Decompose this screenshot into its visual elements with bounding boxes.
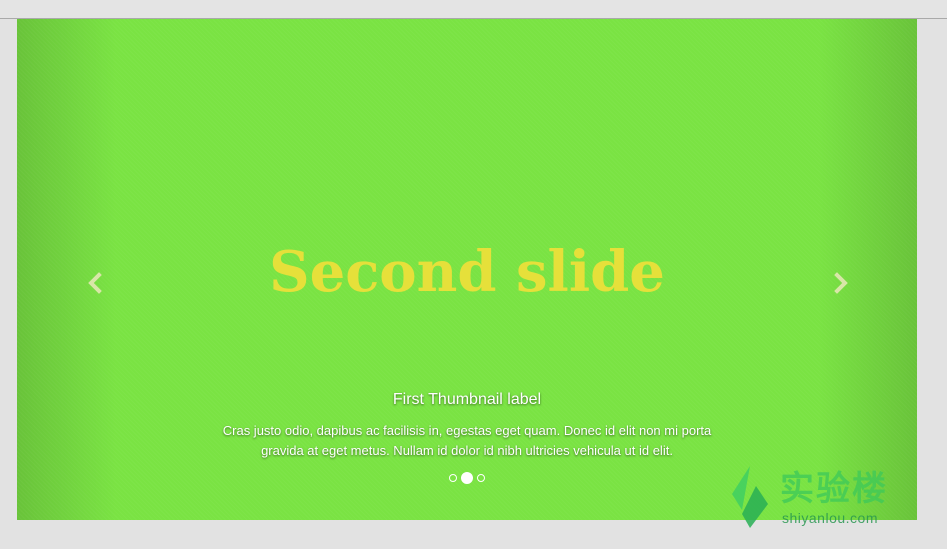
carousel: Second slide First Thumbnail label Cras … xyxy=(17,19,917,520)
indicator-dot-3[interactable] xyxy=(477,474,485,482)
caption-text-line-1: Cras justo odio, dapibus ac facilisis in… xyxy=(222,423,712,438)
watermark: 实验楼 shiyanlou.com xyxy=(728,462,908,532)
chevron-left-icon xyxy=(88,272,102,294)
carousel-prev-button[interactable] xyxy=(81,269,109,297)
carousel-next-button[interactable] xyxy=(827,269,855,297)
caption-text: Cras justo odio, dapibus ac facilisis in… xyxy=(167,421,767,461)
caption-title: First Thumbnail label xyxy=(392,391,542,408)
watermark-url: shiyanlou.com xyxy=(782,510,878,526)
slide-heading: Second slide xyxy=(269,239,665,305)
slide-caption: First Thumbnail label Cras justo odio, d… xyxy=(167,387,767,461)
chevron-right-icon xyxy=(834,272,848,294)
shiyanlou-logo-icon xyxy=(732,466,768,528)
top-strip xyxy=(0,0,947,19)
caption-text-line-2: gravida at eget metus. Nullam id dolor i… xyxy=(261,443,673,458)
watermark-title: 实验楼 xyxy=(780,469,888,509)
indicator-dot-2-active[interactable] xyxy=(461,472,473,484)
indicator-dot-1[interactable] xyxy=(449,474,457,482)
